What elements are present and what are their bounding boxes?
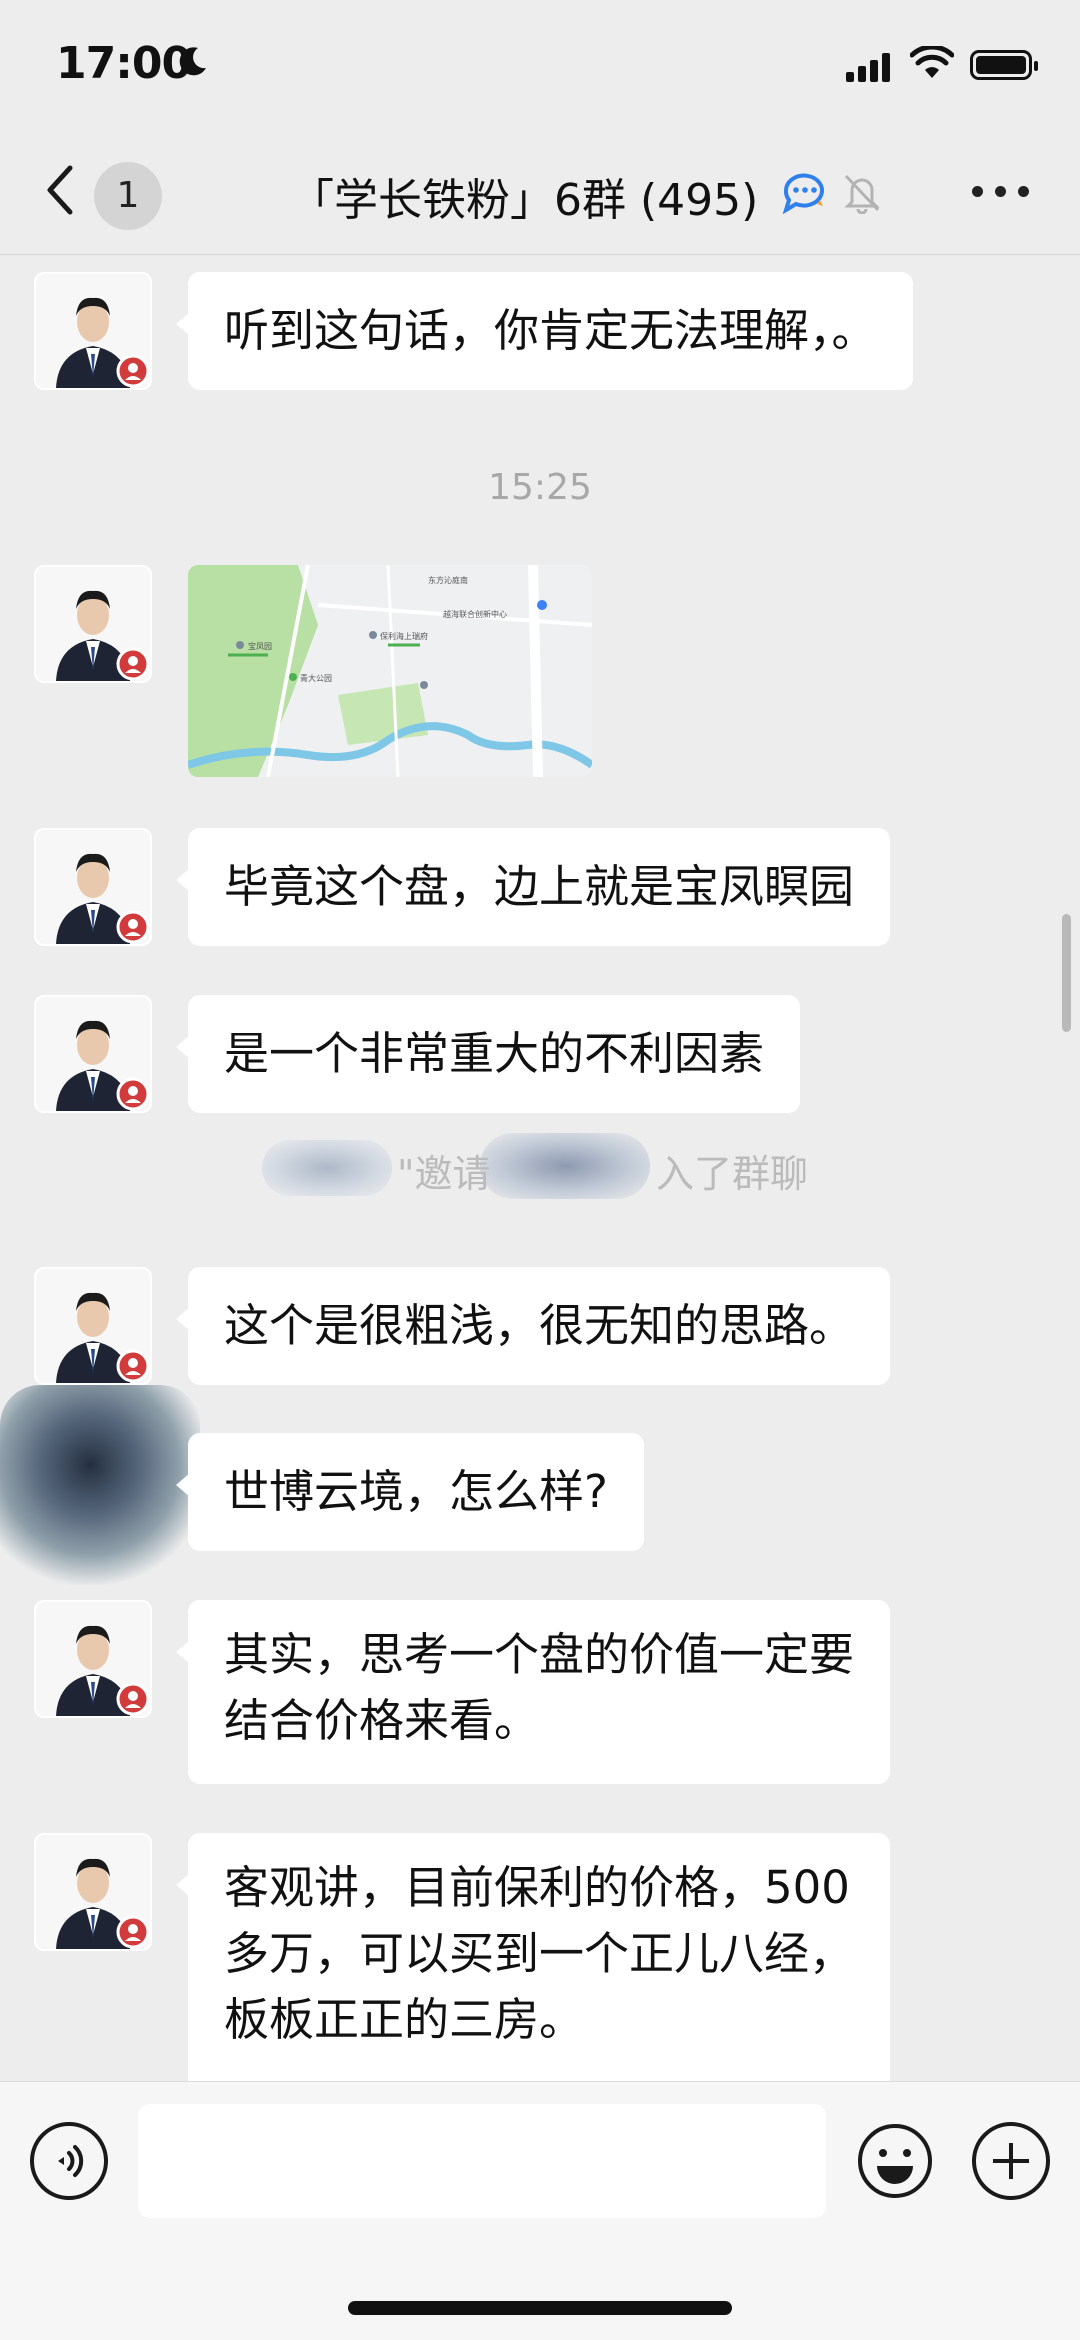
map-label: 越海联合创新中心 [443,609,507,619]
status-time: 17:00 [56,38,192,89]
home-indicator [348,2301,732,2315]
voice-icon[interactable] [30,2122,108,2200]
mute-bell-icon [844,174,880,214]
message-text: 听到这句话，你肯定无法理解，。 [224,304,877,357]
avatar[interactable] [34,1600,152,1718]
scrollbar[interactable] [1062,914,1071,1032]
avatar[interactable] [34,995,152,1113]
moon-icon [179,47,206,76]
status-bar: 17:00 [0,0,1080,130]
redacted-name-blur [262,1140,392,1196]
avatar[interactable] [34,565,152,683]
system-notice-text: "邀请 [397,1152,491,1196]
avatar[interactable] [34,272,152,390]
message-text-line: 其实，思考一个盘的价值一定要 [224,1628,855,1681]
map-label: 宝凤园 [248,641,272,651]
map-label: 青大公园 [300,673,332,683]
map-label: 东方沁庭南 [428,575,468,585]
battery-icon [970,50,1038,80]
avatar[interactable] [34,828,152,946]
message-text: 毕竟这个盘，边上就是宝凤瞑园 [224,860,855,913]
emoji-icon[interactable] [856,2122,934,2200]
signal-icon [846,52,890,82]
message-text: 是一个非常重大的不利因素 [224,1027,765,1080]
chat-ai-icon[interactable] [780,170,828,214]
message-bubble[interactable]: 其实，思考一个盘的价值一定要 结合价格来看。 [175,1600,891,1784]
message-input[interactable] [138,2104,826,2218]
message-text-line: 结合价格来看。 [224,1694,540,1747]
wifi-icon [910,46,954,78]
redacted-name-blur [480,1133,650,1199]
avatar[interactable] [34,1833,152,1951]
avatar[interactable] [34,1267,152,1385]
chevron-left-icon[interactable] [40,160,80,220]
message-text: 世博云境，怎么样? [224,1465,608,1518]
system-notice-text: 入了群聊 [656,1152,809,1196]
message-bubble[interactable]: 这个是很粗浅，很无知的思路。 [175,1267,891,1385]
map-thumbnail[interactable]: 东方沁庭南 宝凤园 保利海上瑞府 青大公园 越海联合创新中心 [188,565,592,777]
message-list[interactable]: 听到这句话，你肯定无法理解，。 15:25 东方沁庭南 宝凤园 保利海上瑞府 青… [0,255,1080,2081]
timestamp: 15:25 [488,467,592,508]
message-text: 这个是很粗浅，很无知的思路。 [224,1299,855,1352]
plus-icon[interactable] [972,2122,1050,2200]
message-bubble[interactable]: 世博云境，怎么样? [176,1433,644,1551]
message-bubble[interactable]: 毕竟这个盘，边上就是宝凤瞑园 [175,828,891,946]
message-text-line: 板板正正的三房。 [224,1993,585,2046]
chat-header: 1 「学长铁粉」6群 (495) [0,130,1080,255]
avatar-blurred[interactable] [0,1385,200,1585]
message-bubble[interactable]: 客观讲，目前保利的价格，500 多万，可以买到一个正儿八经， 板板正正的三房。 [175,1833,891,2081]
map-label: 保利海上瑞府 [380,631,428,641]
message-text-line: 客观讲，目前保利的价格，500 [224,1861,850,1914]
group-title[interactable]: 「学长铁粉」6群 (495) [290,164,758,228]
message-text-line: 多万，可以买到一个正儿八经， [224,1927,855,1980]
more-icon[interactable] [972,186,1030,202]
unread-count-badge[interactable]: 1 [94,162,162,230]
message-bubble[interactable]: 是一个非常重大的不利因素 [175,995,801,1113]
message-bubble[interactable]: 听到这句话，你肯定无法理解，。 [176,272,913,390]
